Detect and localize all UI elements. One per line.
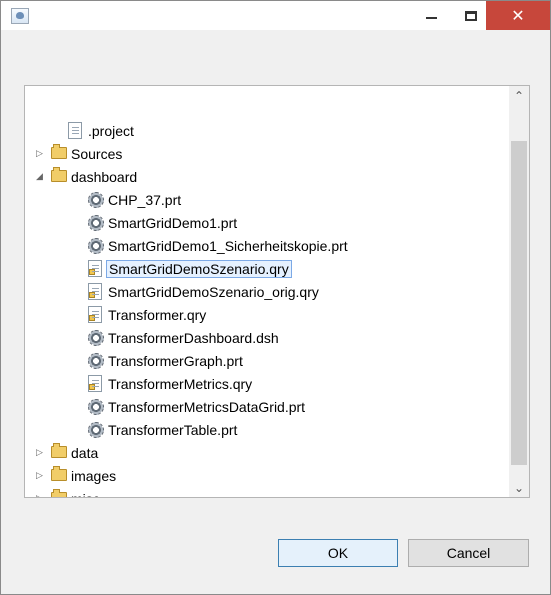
gear-icon (88, 215, 104, 231)
gear-icon (88, 330, 104, 346)
scroll-down-arrow[interactable]: ⌄ (509, 479, 529, 497)
tree-item[interactable]: SmartGridDemoSzenario.qry (25, 258, 505, 280)
close-button[interactable]: ✕ (486, 1, 550, 30)
tree-item-label: TransformerDashboard.dsh (108, 330, 279, 346)
scroll-up-arrow[interactable]: ⌃ (509, 87, 529, 105)
gear-icon (88, 353, 104, 369)
query-icon (88, 375, 102, 392)
minimize-button[interactable] (414, 1, 448, 30)
folder-icon (51, 167, 67, 182)
query-icon (88, 306, 102, 323)
tree-item[interactable]: CHP_37.prt (25, 189, 505, 211)
tree-item-label: Sources (71, 146, 123, 162)
tree-item[interactable]: SmartGridDemo1.prt (25, 212, 505, 234)
close-icon: ✕ (511, 6, 525, 25)
folder-icon (51, 144, 67, 159)
tree-item-label: data (71, 445, 99, 461)
expand-arrow-icon[interactable]: ▷ (36, 470, 46, 482)
tree-item-label: misc (69, 490, 102, 497)
tree-item-label: SmartGridDemoSzenario_orig.qry (108, 284, 319, 300)
tree-item-label: TransformerTable.prt (108, 422, 238, 438)
query-icon (88, 260, 102, 277)
tree-item-label: SmartGridDemo1.prt (108, 215, 238, 231)
tree-item[interactable]: .project (25, 120, 505, 142)
expand-arrow-icon[interactable]: ▷ (36, 447, 46, 459)
vertical-scrollbar[interactable]: ⌃ ⌄ (509, 86, 529, 497)
tree-item[interactable]: ▷ data (25, 442, 505, 464)
tree-item[interactable]: ◢ dashboard (25, 166, 505, 188)
tree-item-label: TransformerMetrics.qry (108, 376, 253, 392)
file-tree[interactable]: ▷ misc ▷ images ▷ data TransformerTable.prt Tra… (24, 85, 530, 498)
minimize-icon (425, 17, 437, 19)
tree-item[interactable]: TransformerMetricsDataGrid.prt (25, 396, 505, 418)
tree-item[interactable]: ▷ misc (25, 488, 505, 497)
cancel-button[interactable]: Cancel (408, 539, 529, 567)
gear-icon (88, 192, 104, 208)
tree-item-label: .project (88, 123, 134, 139)
tree-item-label: SmartGridDemoSzenario.qry (106, 260, 292, 278)
collapse-arrow-icon[interactable]: ◢ (36, 171, 46, 183)
folder-icon (51, 489, 67, 497)
folder-icon (51, 466, 67, 481)
tree-item[interactable]: ▷ images (25, 465, 505, 487)
dialog-window: ✕ ▷ misc ▷ images ▷ data TransformerTable.prt T… (0, 0, 551, 595)
tree-item[interactable]: Transformer.qry (25, 304, 505, 326)
tree-item[interactable]: TransformerDashboard.dsh (25, 327, 505, 349)
scroll-thumb[interactable] (511, 141, 527, 465)
query-icon (88, 283, 102, 300)
tree-item[interactable]: TransformerTable.prt (25, 419, 505, 441)
tree-item-label: SmartGridDemo1_Sicherheitskopie.prt (108, 238, 348, 254)
expand-arrow-icon[interactable]: ▷ (36, 493, 46, 497)
gear-icon (88, 399, 104, 415)
expand-arrow-icon[interactable]: ▷ (36, 148, 46, 160)
app-icon (11, 8, 29, 24)
tree-item-label: CHP_37.prt (108, 192, 182, 208)
ok-button[interactable]: OK (278, 539, 398, 567)
folder-icon (51, 443, 67, 458)
tree-item[interactable]: TransformerMetrics.qry (25, 373, 505, 395)
tree-item-label: Transformer.qry (108, 307, 207, 323)
maximize-icon (465, 10, 477, 21)
tree-item[interactable]: TransformerGraph.prt (25, 350, 505, 372)
gear-icon (88, 238, 104, 254)
tree-item[interactable]: SmartGridDemoSzenario_orig.qry (25, 281, 505, 303)
tree-item-label: dashboard (71, 169, 138, 185)
tree-item-label: TransformerGraph.prt (108, 353, 243, 369)
dialog-client-area: ▷ misc ▷ images ▷ data TransformerTable.prt Tra… (2, 31, 549, 592)
tree-item[interactable]: SmartGridDemo1_Sicherheitskopie.prt (25, 235, 505, 257)
page-icon (68, 122, 82, 139)
tree-item-label: images (71, 468, 117, 484)
tree-item-label: TransformerMetricsDataGrid.prt (108, 399, 306, 415)
title-bar: ✕ (1, 1, 550, 30)
tree-item[interactable]: ▷ Sources (25, 143, 505, 165)
gear-icon (88, 422, 104, 438)
